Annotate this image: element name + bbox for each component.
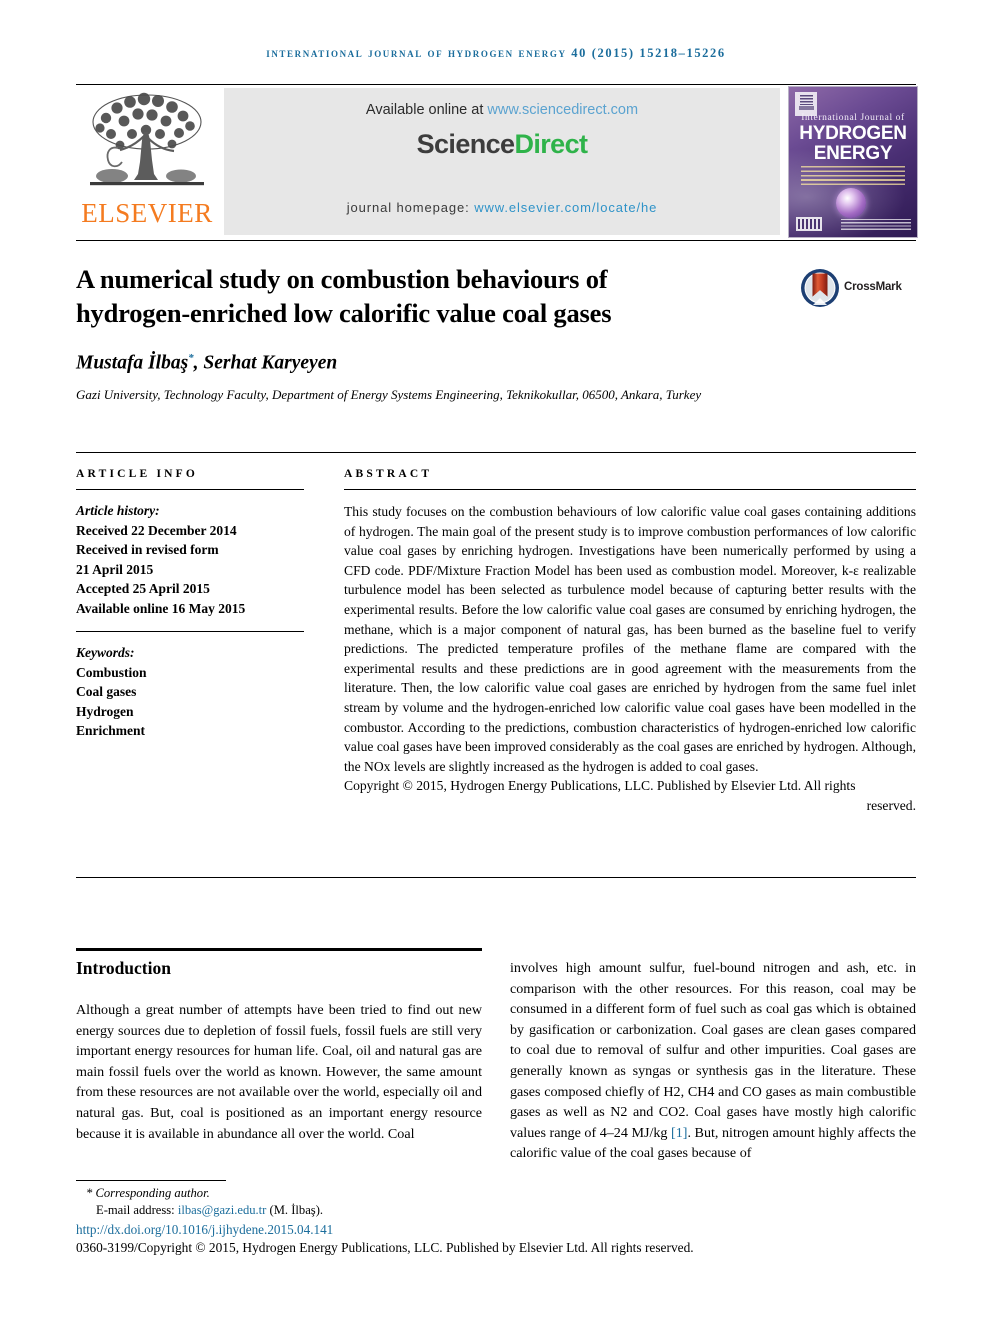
author-primary: Mustafa İlbaş <box>76 352 189 374</box>
history-item: Received in revised form <box>76 542 219 557</box>
cover-badge-mark <box>796 217 822 231</box>
abstract-heading: ABSTRACT <box>344 468 433 480</box>
header-rule <box>76 84 916 85</box>
paper-page: International Journal of Hydrogen Energy… <box>0 0 992 1323</box>
cover-line-small: International Journal of <box>801 113 905 123</box>
email-label: E-mail address: <box>96 1203 178 1217</box>
running-head: International Journal of Hydrogen Energy… <box>266 46 726 60</box>
masthead: ELSEVIER Available online at www.science… <box>76 86 918 238</box>
keyword-item: Combustion <box>76 664 147 680</box>
sciencedirect-banner: Available online at www.sciencedirect.co… <box>224 88 780 235</box>
crossmark-badge[interactable]: CrossMark <box>800 268 916 314</box>
crossmark-icon <box>801 269 839 307</box>
history-item: 21 April 2015 <box>76 561 154 577</box>
abstract-column: ABSTRACT This study focuses on the combu… <box>344 468 916 816</box>
keyword-item: Hydrogen <box>76 703 134 719</box>
cover-line-hydrogen: HYDROGEN <box>799 123 907 144</box>
article-info-column: ARTICLE INFO Article history: Received 2… <box>76 468 304 741</box>
cover-sphere-graphic <box>836 188 866 218</box>
abstract-bottom-rule <box>76 877 916 878</box>
history-item: Available online 16 May 2015 <box>76 600 246 616</box>
sciencedirect-word-science: Science <box>416 129 515 159</box>
masthead-rule <box>76 240 916 241</box>
affiliation: Gazi University, Technology Faculty, Dep… <box>76 387 702 402</box>
abstract-copyright: Copyright © 2015, Hydrogen Energy Public… <box>344 776 916 815</box>
keyword-item: Coal gases <box>76 684 137 699</box>
cover-editor-lines <box>801 166 905 188</box>
body-right-part1: involves high amount sulfur, fuel-bound … <box>510 960 916 1141</box>
author-list: Mustafa İlbaş*, Serhat Karyeyen <box>76 352 776 375</box>
body-column-right: involves high amount sulfur, fuel-bound … <box>510 958 916 1164</box>
sciencedirect-word-direct: Direct <box>514 129 588 159</box>
doi-link[interactable]: http://dx.doi.org/10.1016/j.ijhydene.201… <box>76 1222 333 1238</box>
page-title: A numerical study on combustion behaviou… <box>76 264 612 328</box>
section-rule <box>76 948 482 951</box>
abstract-copyright-tail: reserved. <box>866 797 916 813</box>
footnote-rule <box>76 1180 226 1181</box>
keywords-block: Keywords: Combustion Coal gases Hydrogen… <box>76 643 304 741</box>
journal-homepage-prefix: journal homepage: <box>346 200 475 215</box>
issn-copyright-line: 0360-3199/Copyright © 2015, Hydrogen Ene… <box>76 1240 694 1255</box>
section-heading-introduction: Introduction <box>76 958 171 978</box>
email-link[interactable]: ilbas@gazi.edu.tr <box>178 1203 267 1217</box>
abstract-divider <box>344 489 916 490</box>
elsevier-logo: ELSEVIER <box>76 86 218 238</box>
article-info-heading: ARTICLE INFO <box>76 468 199 480</box>
citation-link-1[interactable]: [1] <box>671 1125 687 1141</box>
email-note: E-mail address: ilbas@gazi.edu.tr (M. İl… <box>96 1203 323 1218</box>
article-history-block: Article history: Received 22 December 20… <box>76 501 304 618</box>
article-info-divider <box>76 489 304 490</box>
keywords-label: Keywords: <box>76 645 135 660</box>
abstract-top-rule <box>76 452 916 453</box>
elsevier-tree-icon <box>90 92 204 186</box>
history-item: Received 22 December 2014 <box>76 522 237 538</box>
sciencedirect-link[interactable]: www.sciencedirect.com <box>487 102 638 118</box>
journal-homepage-line: journal homepage: www.elsevier.com/locat… <box>224 200 780 215</box>
body-column-left: Although a great number of attempts have… <box>76 1002 482 1142</box>
journal-cover-thumbnail: International Journal of HYDROGEN ENERGY <box>788 86 918 238</box>
abstract-text: This study focuses on the combustion beh… <box>344 504 916 774</box>
elsevier-wordmark: ELSEVIER <box>81 198 213 228</box>
corresponding-author-note: * Corresponding author. <box>86 1186 210 1200</box>
keyword-item: Enrichment <box>76 723 145 738</box>
abstract-copyright-text: Copyright © 2015, Hydrogen Energy Public… <box>344 778 856 794</box>
journal-homepage-link[interactable]: www.elsevier.com/locate/he <box>474 200 657 215</box>
keywords-divider <box>76 631 304 632</box>
cover-line-energy: ENERGY <box>813 143 893 164</box>
history-item: Accepted 25 April 2015 <box>76 581 210 596</box>
email-owner: (M. İlbaş). <box>266 1203 324 1217</box>
cover-sciencedirect-footer <box>841 219 911 231</box>
author-secondary: , Serhat Karyeyen <box>193 352 338 374</box>
available-online-line: Available online at www.sciencedirect.co… <box>224 102 780 118</box>
article-history-label: Article history: <box>76 503 160 518</box>
available-online-prefix: Available online at <box>365 102 488 118</box>
crossmark-label: CrossMark <box>844 281 902 293</box>
sciencedirect-wordmark: ScienceDirect <box>224 129 780 160</box>
